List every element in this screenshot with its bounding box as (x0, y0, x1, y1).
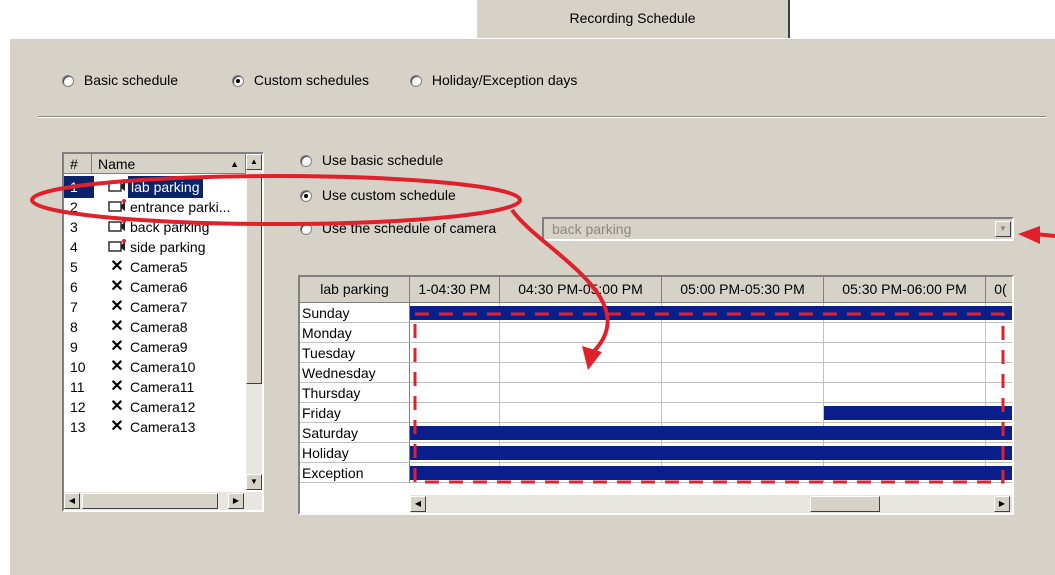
dashed-selection-box (413, 312, 1005, 484)
annotation-arrowhead (582, 346, 602, 370)
annotation-arrow-curve (510, 208, 610, 357)
highlight-ellipse (30, 174, 522, 226)
annotation-overlay (30, 174, 1055, 484)
dropdown-pointer-arrowhead (1018, 226, 1040, 244)
